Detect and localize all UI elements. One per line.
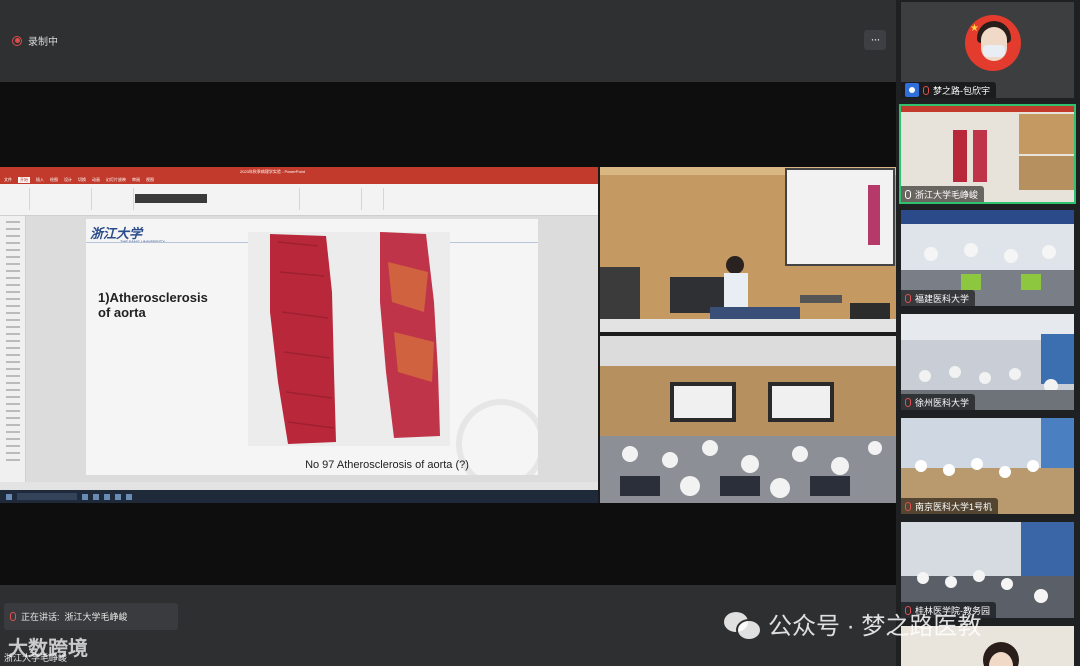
participant-label: 徐州医科大学	[901, 394, 976, 410]
slide-editor: 浙江大学 ZHEJIANG UNIVERSITY 1)Atheroscleros…	[26, 216, 598, 482]
participant-name: 浙江大学毛峥峻	[915, 189, 979, 200]
participant-name: 福建医科大学	[915, 293, 970, 304]
participant-label: 梦之路-包欣宇	[901, 82, 996, 98]
muted-mic-icon	[905, 293, 911, 303]
avatar: ★	[965, 15, 1021, 71]
taskbar-search-box[interactable]	[17, 493, 77, 500]
classroom-camera-students	[600, 336, 896, 503]
ppt-window-title: 2023年秋季病理学实验 - PowerPoint	[240, 168, 305, 174]
ppt-tab[interactable]: 文件	[4, 177, 12, 183]
taskbar-app-icon[interactable]	[93, 493, 99, 500]
more-options-button[interactable]: ···	[864, 30, 886, 50]
slide-thumbnail-pane[interactable]	[0, 216, 26, 482]
recording-label: 录制中	[28, 37, 58, 48]
speaking-mic-icon	[10, 612, 16, 621]
speaking-indicator: 正在讲话: 浙江大学毛峥峻	[4, 603, 178, 630]
ppt-tab[interactable]: 审阅	[132, 177, 140, 183]
muted-mic-icon	[905, 501, 911, 511]
main-stage: 2023年秋季病理学实验 - PowerPoint 文件 开始 插入 绘图 设计…	[0, 82, 896, 585]
taskbar-app-icon[interactable]	[126, 493, 132, 500]
watermark-left: 大数跨境	[8, 638, 88, 660]
ribbon-group-font[interactable]	[94, 188, 134, 210]
ppt-tab[interactable]: 设计	[64, 177, 72, 183]
ribbon-group-drawing[interactable]	[302, 188, 362, 210]
participant-tile[interactable]: 桂林医学院-教务园	[901, 522, 1074, 618]
participant-tile[interactable]: ★ 梦之路-包欣宇	[901, 2, 1074, 98]
ribbon-group-editing[interactable]	[364, 188, 384, 210]
user-icon	[905, 83, 919, 97]
lecturer-scene	[600, 167, 896, 332]
taskbar-app-icon[interactable]	[82, 493, 88, 500]
speaking-name: 浙江大学毛峥峻	[64, 612, 128, 622]
ribbon-font-box[interactable]	[135, 194, 207, 203]
participant-name: 徐州医科大学	[915, 397, 970, 408]
classroom-camera-lecturer	[600, 167, 896, 332]
participant-label: 浙江大学毛峥峻	[901, 186, 985, 202]
participant-tile[interactable]: 福建医科大学	[901, 210, 1074, 306]
slide-heading: 1)Atherosclerosis of aorta	[98, 290, 208, 320]
ppt-tab[interactable]: 切换	[78, 177, 86, 183]
windows-taskbar	[0, 490, 598, 503]
recording-icon	[12, 35, 22, 46]
taskbar-app-icon[interactable]	[115, 493, 121, 500]
ribbon-group-clipboard[interactable]	[2, 188, 30, 210]
shared-screen: 2023年秋季病理学实验 - PowerPoint 文件 开始 插入 绘图 设计…	[0, 167, 896, 503]
top-bar: 录制中 ···	[0, 0, 896, 82]
participant-sidebar: ★ 梦之路-包欣宇 浙江大学毛峥峻 福建医科大学 徐州医科大学 南京医科大学1号…	[896, 0, 1080, 666]
participant-label: 南京医科大学1号机	[901, 498, 999, 514]
speaking-label: 正在讲话:	[21, 612, 60, 622]
ribbon-group-slides[interactable]	[32, 188, 92, 210]
muted-mic-icon	[905, 397, 911, 407]
muted-mic-icon	[923, 85, 929, 95]
watermark-right: 公众号 · 梦之路医教	[724, 606, 981, 641]
ppt-tab[interactable]: 插入	[36, 177, 44, 183]
current-slide[interactable]: 浙江大学 ZHEJIANG UNIVERSITY 1)Atheroscleros…	[86, 219, 538, 475]
ppt-tab[interactable]: 视图	[146, 177, 154, 183]
participant-label: 福建医科大学	[901, 290, 976, 306]
participant-tile-active[interactable]: 浙江大学毛峥峻	[899, 104, 1076, 204]
ppt-tab[interactable]: 绘图	[50, 177, 58, 183]
wechat-icon	[724, 610, 762, 641]
ppt-tab[interactable]: 动画	[92, 177, 100, 183]
slide-caption: No 97 Atherosclerosis of aorta (?)	[305, 459, 469, 471]
taskbar-app-icon[interactable]	[104, 493, 110, 500]
participant-tile[interactable]: 南京医科大学1号机	[901, 418, 1074, 514]
participant-name: 梦之路-包欣宇	[933, 85, 990, 96]
ppt-ribbon-tabs: 文件 开始 插入 绘图 设计 切换 动画 幻灯片放映 审阅 视图	[0, 176, 598, 184]
ppt-tab[interactable]: 开始	[18, 177, 30, 183]
students-scene	[600, 336, 896, 503]
watermark-right-text: 公众号 · 梦之路医教	[768, 613, 982, 640]
mic-icon	[905, 189, 911, 199]
ribbon-group-paragraph[interactable]	[210, 188, 300, 210]
participant-tile[interactable]: 徐州医科大学	[901, 314, 1074, 410]
ppt-status-bar	[0, 482, 598, 490]
specimen-photo	[248, 232, 450, 446]
participant-name: 南京医科大学1号机	[915, 501, 993, 512]
conference-app: 录制中 ··· 2023年秋季病理学实验 - PowerPoint 文件 开始 …	[0, 0, 1080, 666]
start-icon[interactable]	[6, 493, 12, 500]
recording-indicator: 录制中	[12, 33, 58, 48]
powerpoint-window: 2023年秋季病理学实验 - PowerPoint 文件 开始 插入 绘图 设计…	[0, 167, 598, 503]
aorta-specimen-image	[270, 232, 440, 444]
ppt-tab[interactable]: 幻灯片放映	[106, 177, 126, 183]
ppt-ribbon	[0, 184, 598, 216]
ppt-title-bar: 2023年秋季病理学实验 - PowerPoint	[0, 167, 598, 176]
